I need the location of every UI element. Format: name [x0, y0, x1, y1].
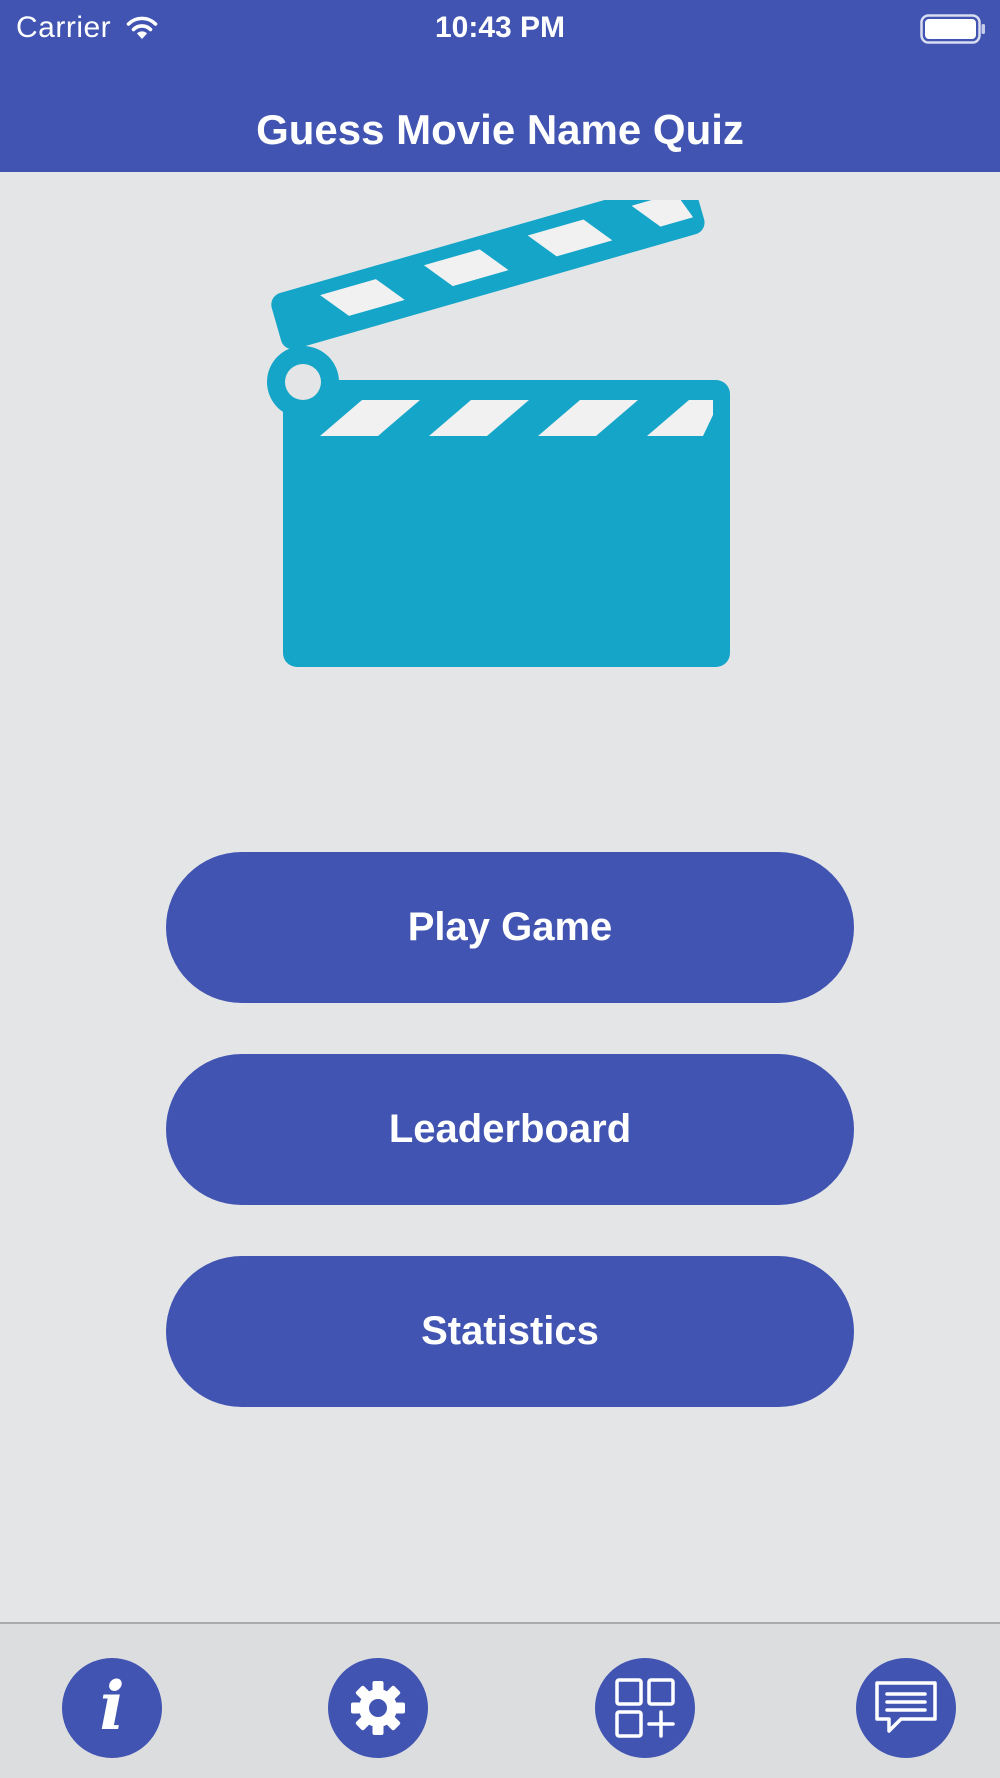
clapperboard-icon	[265, 177, 740, 675]
app-screen: Carrier 10:43 PM Guess Movie Name Quiz P…	[0, 0, 1000, 1778]
leaderboard-label: Leaderboard	[388, 1107, 632, 1151]
apps-add-icon	[614, 1677, 676, 1739]
play-game-label: Play Game	[407, 905, 613, 949]
chat-icon	[871, 1677, 941, 1739]
settings-button[interactable]	[328, 1658, 428, 1758]
top-bar: Carrier 10:43 PM Guess Movie Name Quiz	[0, 0, 1000, 172]
status-time: 10:43 PM	[434, 11, 566, 44]
statistics-button[interactable]: Statistics	[166, 1256, 854, 1407]
feedback-button[interactable]	[856, 1658, 956, 1758]
play-game-button[interactable]: Play Game	[166, 852, 854, 1003]
info-button[interactable]: i	[62, 1658, 162, 1758]
leaderboard-button[interactable]: Leaderboard	[166, 1054, 854, 1205]
bottom-toolbar: i	[0, 1622, 1000, 1778]
page-title: Guess Movie Name Quiz	[256, 106, 744, 153]
gear-icon	[347, 1677, 409, 1739]
apps-button[interactable]	[595, 1658, 695, 1758]
info-icon: i	[99, 1667, 125, 1745]
battery-icon	[920, 14, 986, 49]
statistics-label: Statistics	[421, 1309, 599, 1353]
